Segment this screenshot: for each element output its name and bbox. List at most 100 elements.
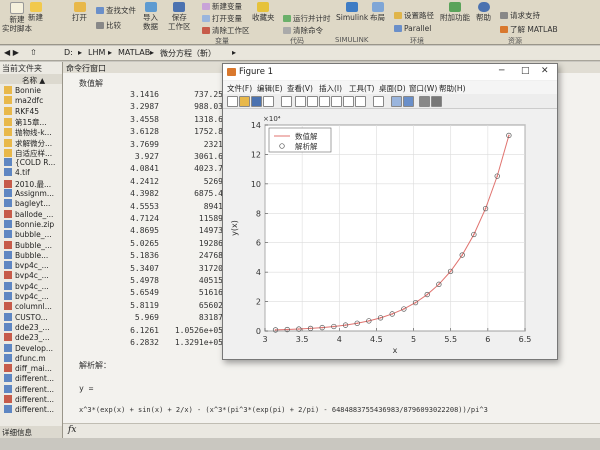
edit-plot-icon[interactable] bbox=[281, 96, 292, 107]
x-value-cell: 4.8695 bbox=[130, 226, 159, 236]
brush-icon[interactable] bbox=[355, 96, 366, 107]
x-value-cell: 3.927 bbox=[134, 152, 159, 161]
path-separator-icon: ▸ bbox=[232, 48, 237, 57]
minimize-icon[interactable]: ─ bbox=[499, 66, 504, 76]
path-segment-drive[interactable]: D: bbox=[64, 48, 73, 57]
line-point bbox=[461, 254, 464, 256]
maximize-icon[interactable]: □ bbox=[521, 66, 530, 76]
menu-tools[interactable]: 工具(T) bbox=[349, 83, 374, 94]
open-button[interactable]: 打开 bbox=[72, 2, 87, 22]
file-name: Assignm... bbox=[15, 189, 55, 198]
layout-button[interactable]: 布局 bbox=[370, 2, 385, 22]
new-variable-button[interactable]: 新建变量 bbox=[202, 1, 242, 12]
y-value-cell: 2321 bbox=[203, 139, 223, 149]
clear-commands-button[interactable]: 清除命令 bbox=[283, 25, 323, 36]
current-folder-path-bar[interactable]: ◀ ▶ ⇧ D: ▸ LHM ▸ MATLAB ▸ 微分方程（靳） ▸ bbox=[0, 46, 600, 61]
open-file-icon[interactable] bbox=[239, 96, 250, 107]
insert-legend-icon[interactable] bbox=[403, 96, 414, 107]
set-path-button[interactable]: 设置路径 bbox=[394, 10, 434, 21]
file-name: diff_mai... bbox=[15, 364, 52, 374]
rotate-icon[interactable] bbox=[331, 96, 342, 107]
group-label-environment: 环境 bbox=[410, 37, 424, 45]
file-icon bbox=[4, 292, 12, 300]
x-axis-label: x bbox=[393, 346, 398, 355]
menu-file[interactable]: 文件(F) bbox=[227, 83, 252, 94]
figure-title-bar[interactable]: Figure 1 ─ □ ✕ bbox=[223, 64, 557, 80]
simulink-button[interactable]: Simulink bbox=[336, 2, 368, 22]
file-list-item[interactable]: different... bbox=[4, 405, 54, 416]
figure-menu-bar: 文件(F) 编辑(E) 查看(V) 插入(I) 工具(T) 桌面(D) 窗口(W… bbox=[223, 81, 557, 94]
compare-button[interactable]: 比较 bbox=[96, 20, 121, 31]
add-ons-button[interactable]: 附加功能 bbox=[440, 2, 470, 22]
menu-window[interactable]: 窗口(W) bbox=[409, 83, 437, 94]
y-tick-label: 4 bbox=[256, 268, 261, 277]
clear-workspace-button[interactable]: 清除工作区 bbox=[202, 25, 250, 36]
y-value-cell: 988.03 bbox=[194, 102, 223, 112]
insert-colorbar-icon[interactable] bbox=[391, 96, 402, 107]
file-icon bbox=[4, 168, 12, 177]
find-files-button[interactable]: 查找文件 bbox=[96, 5, 136, 16]
group-label-variable: 变量 bbox=[215, 37, 229, 45]
data-cursor-icon[interactable] bbox=[343, 96, 354, 107]
file-name: Bonnie bbox=[15, 86, 41, 95]
new-button[interactable]: 新建 bbox=[28, 2, 43, 22]
file-name: dde23_... bbox=[15, 333, 50, 343]
x-value-cell: 5.0265 bbox=[130, 238, 159, 248]
close-icon[interactable]: ✕ bbox=[541, 66, 549, 76]
folder-up-icon[interactable]: ⇧ bbox=[30, 48, 37, 57]
parallel-button[interactable]: Parallel bbox=[394, 24, 431, 33]
file-name: Develop... bbox=[15, 343, 54, 353]
show-plot-tools-icon[interactable] bbox=[431, 96, 442, 107]
simulink-icon bbox=[346, 2, 359, 12]
command-prompt[interactable]: fx bbox=[63, 423, 600, 438]
help-button[interactable]: 帮助 bbox=[476, 2, 491, 22]
print-icon[interactable] bbox=[263, 96, 274, 107]
menu-edit[interactable]: 编辑(E) bbox=[257, 83, 283, 94]
pan-icon[interactable] bbox=[319, 96, 330, 107]
link-plot-icon[interactable] bbox=[373, 96, 384, 107]
x-value-cell: 5.1836 bbox=[130, 251, 159, 261]
file-name: 第15章... bbox=[15, 117, 47, 127]
line-point bbox=[473, 233, 475, 236]
open-variable-button[interactable]: 打开变量 bbox=[202, 13, 242, 24]
zoom-out-icon[interactable] bbox=[307, 96, 318, 107]
request-support-button[interactable]: 请求支持 bbox=[500, 10, 540, 21]
plot-area[interactable]: 3 3.5 4 4.5 5 5.5 6 6.5 0 2 4 6 8 10 12 14 ×10⁴ x y(x) 数值解解… bbox=[223, 109, 557, 358]
star-icon bbox=[257, 2, 270, 12]
learn-matlab-button[interactable]: 了解 MATLAB bbox=[500, 24, 558, 35]
path-segment-matlab[interactable]: MATLAB bbox=[118, 48, 150, 57]
figure-window[interactable]: Figure 1 ─ □ ✕ 文件(F) 编辑(E) 查看(V) 插入(I) 工… bbox=[222, 63, 558, 360]
path-separator-icon: ▸ bbox=[78, 48, 83, 57]
save-workspace-button[interactable]: 保存 工作区 bbox=[168, 2, 191, 31]
import-icon bbox=[144, 2, 157, 12]
learn-icon bbox=[500, 26, 508, 33]
run-and-time-button[interactable]: 运行并计时 bbox=[283, 13, 331, 24]
figure-toolbar bbox=[223, 94, 557, 109]
name-column-header[interactable]: 名称 ▲ bbox=[0, 74, 62, 85]
file-icon bbox=[4, 240, 12, 249]
line-point bbox=[438, 283, 440, 286]
path-segment-lhm[interactable]: LHM bbox=[88, 48, 105, 57]
menu-insert[interactable]: 插入(I) bbox=[319, 83, 342, 94]
matlab-logo-icon bbox=[227, 68, 236, 76]
menu-desktop[interactable]: 桌面(D) bbox=[379, 83, 406, 94]
back-arrow-icon[interactable]: ◀ ▶ bbox=[4, 48, 19, 57]
file-name: bvp4c_... bbox=[15, 281, 49, 291]
details-panel-header[interactable]: 详细信息 bbox=[0, 426, 62, 438]
file-icon bbox=[4, 302, 12, 311]
favorites-button[interactable]: 收藏夹 bbox=[252, 2, 275, 22]
zoom-in-icon[interactable] bbox=[295, 96, 306, 107]
line-chart[interactable]: 3 3.5 4 4.5 5 5.5 6 6.5 0 2 4 6 8 10 12 14×10⁴ x y(x) 数值解解… bbox=[223, 109, 557, 358]
x-value-cell: 3.6128 bbox=[130, 127, 159, 137]
import-data-button[interactable]: 导入 数据 bbox=[143, 2, 158, 31]
figure-title: Figure 1 bbox=[239, 67, 274, 77]
new-figure-icon[interactable] bbox=[227, 96, 238, 107]
folder-icon bbox=[4, 117, 12, 126]
menu-help[interactable]: 帮助(H) bbox=[439, 83, 466, 94]
path-segment-ode-folder[interactable]: 微分方程（靳） bbox=[160, 48, 216, 59]
save-figure-icon[interactable] bbox=[251, 96, 262, 107]
line-point bbox=[426, 293, 429, 296]
x-tick-label: 3 bbox=[262, 335, 267, 344]
menu-view[interactable]: 查看(V) bbox=[287, 83, 313, 94]
hide-plot-tools-icon[interactable] bbox=[419, 96, 430, 107]
